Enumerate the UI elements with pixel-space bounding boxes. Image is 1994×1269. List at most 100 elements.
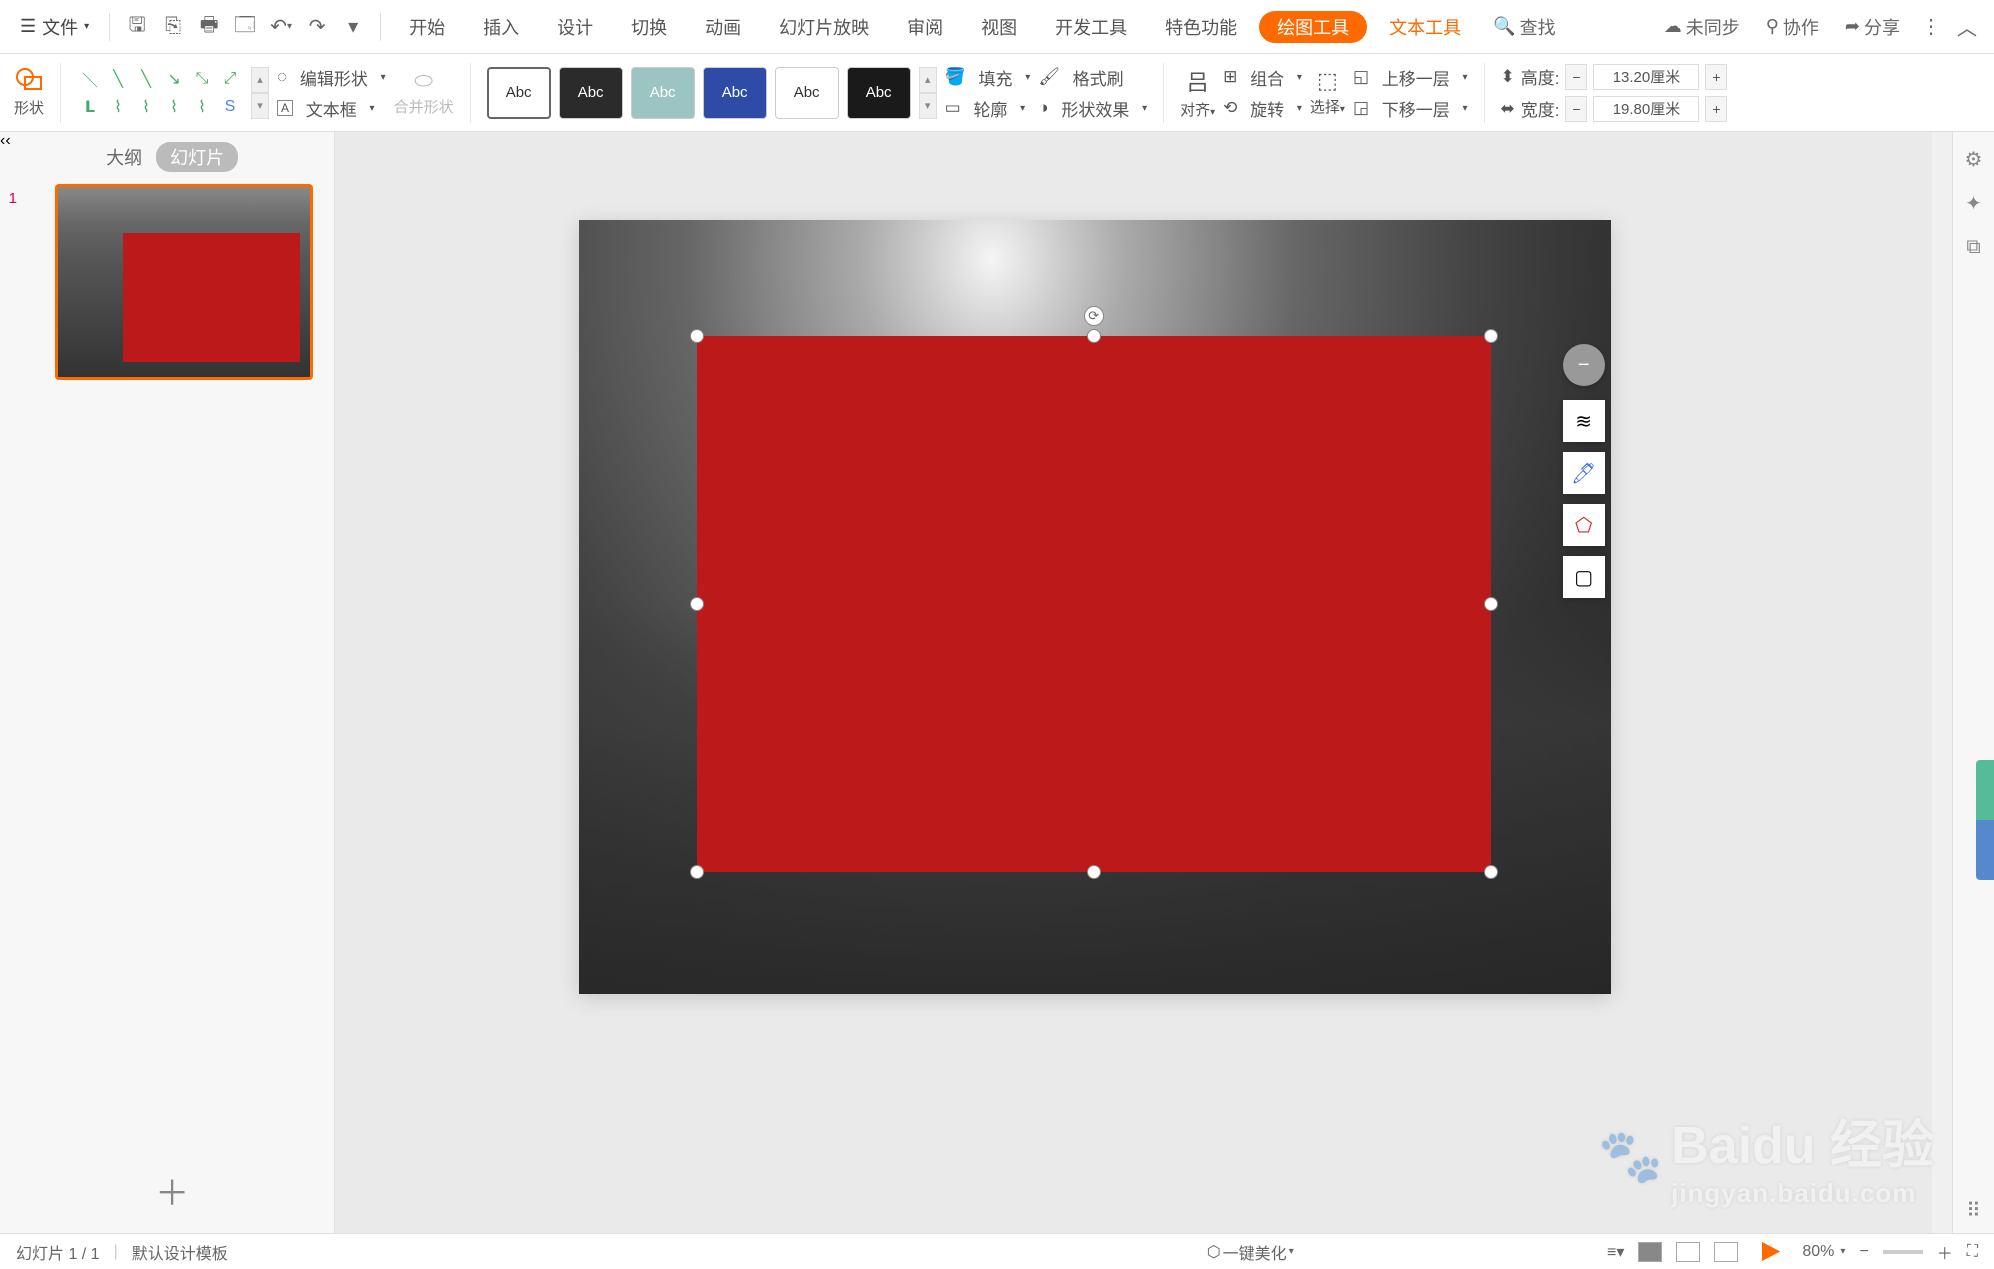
style-preset-2[interactable]: Abc bbox=[559, 67, 623, 119]
settings-icon[interactable]: ⚙ bbox=[1961, 146, 1987, 172]
resize-handle-bc[interactable] bbox=[1087, 865, 1101, 879]
style-preset-5[interactable]: Abc bbox=[775, 67, 839, 119]
print-icon[interactable]: 🖶 bbox=[194, 12, 224, 42]
zoom-slider[interactable] bbox=[1883, 1250, 1923, 1254]
slides-tab[interactable]: 幻灯片 bbox=[156, 142, 238, 172]
gallery-up[interactable]: ▴ bbox=[251, 67, 269, 93]
curve-shape[interactable]: ⌇ bbox=[105, 94, 131, 120]
normal-view-icon[interactable] bbox=[1638, 1242, 1662, 1262]
beautify-button[interactable]: ⬡ 一键美化 ▾ bbox=[1207, 1240, 1294, 1264]
line-shape[interactable]: ╲ bbox=[105, 66, 131, 92]
qat-dropdown[interactable]: ▾ bbox=[338, 12, 368, 42]
style-preset-6[interactable]: Abc bbox=[847, 67, 911, 119]
undo-icon[interactable]: ↶▾ bbox=[266, 12, 296, 42]
width-increase[interactable]: + bbox=[1705, 96, 1727, 122]
tab-special[interactable]: 特色功能 bbox=[1149, 0, 1253, 53]
style-gallery-down[interactable]: ▾ bbox=[919, 93, 937, 119]
select-button[interactable]: ⬚ 选择▾ bbox=[1310, 54, 1345, 131]
tab-animation[interactable]: 动画 bbox=[689, 0, 757, 53]
tab-text-tools[interactable]: 文本工具 bbox=[1373, 0, 1477, 53]
vertical-scrollbar[interactable] bbox=[1932, 132, 1952, 1233]
group-button[interactable]: ⊞ 组合 ▾ bbox=[1223, 65, 1302, 90]
reading-view-icon[interactable] bbox=[1714, 1242, 1738, 1262]
width-input[interactable] bbox=[1593, 96, 1699, 122]
tab-drawing-tools[interactable]: 绘图工具 bbox=[1259, 11, 1367, 43]
connector-shape[interactable]: ⤢ bbox=[217, 66, 243, 92]
elbow-connector[interactable]: 𝗟 bbox=[77, 94, 103, 120]
edit-shape-button[interactable]: ◌ 编辑形状 ▾ bbox=[277, 65, 386, 90]
arrow-shape[interactable]: ↘ bbox=[161, 66, 187, 92]
tab-start[interactable]: 开始 bbox=[393, 0, 461, 53]
width-decrease[interactable]: − bbox=[1565, 96, 1587, 122]
textbox-button[interactable]: A 文本框 ▾ bbox=[277, 96, 386, 121]
star-icon[interactable]: ✦ bbox=[1961, 190, 1987, 216]
zoom-in-button[interactable]: ＋ bbox=[1937, 1240, 1953, 1264]
canvas[interactable]: ⟳ − ≋ 🖊 ⬠ ▢ bbox=[335, 132, 1952, 1233]
search-button[interactable]: 🔍 查找 bbox=[1483, 14, 1565, 40]
format-painter-button[interactable]: 🖌 格式刷 bbox=[1038, 65, 1147, 90]
zoom-out-button[interactable]: − bbox=[1859, 1243, 1868, 1261]
layers-icon[interactable]: ≋ bbox=[1563, 400, 1605, 442]
resize-handle-mr[interactable] bbox=[1484, 597, 1498, 611]
merge-shapes-button[interactable]: ⬭ 合并形状 bbox=[394, 54, 454, 131]
curve-shape[interactable]: ⌇ bbox=[133, 94, 159, 120]
outline-tool-icon[interactable]: ▢ bbox=[1563, 556, 1605, 598]
pen-icon[interactable]: 🖊 bbox=[1563, 452, 1605, 494]
preview-icon[interactable]: 🗔 bbox=[230, 12, 260, 42]
collapse-sidebar[interactable]: ‹‹ bbox=[0, 132, 11, 1233]
save-icon[interactable]: 🖫 bbox=[122, 12, 152, 42]
sorter-view-icon[interactable] bbox=[1676, 1242, 1700, 1262]
tab-slideshow[interactable]: 幻灯片放映 bbox=[763, 0, 885, 53]
resize-handle-bl[interactable] bbox=[690, 865, 704, 879]
tab-design[interactable]: 设计 bbox=[541, 0, 609, 53]
style-preset-4[interactable]: Abc bbox=[703, 67, 767, 119]
fill-tool-icon[interactable]: ⬠ bbox=[1563, 504, 1605, 546]
file-menu[interactable]: ☰ 文件 ▾ bbox=[12, 14, 97, 40]
shapes-gallery[interactable]: ＼╲╲↘⤡⤢ 𝗟⌇⌇⌇⌇S bbox=[77, 66, 243, 120]
apps-icon[interactable]: ⠿ bbox=[1961, 1197, 1987, 1223]
slide[interactable]: ⟳ − ≋ 🖊 ⬠ ▢ bbox=[579, 220, 1611, 994]
curve-shape[interactable]: ⌇ bbox=[189, 94, 215, 120]
tab-view[interactable]: 视图 bbox=[965, 0, 1033, 53]
resize-handle-ml[interactable] bbox=[690, 597, 704, 611]
collapse-ribbon-icon[interactable]: ︿ bbox=[1952, 12, 1982, 42]
sync-button[interactable]: ☁ 未同步 bbox=[1654, 14, 1750, 40]
resize-handle-tc[interactable] bbox=[1087, 329, 1101, 343]
selected-rectangle[interactable]: ⟳ bbox=[697, 336, 1491, 872]
play-slideshow-icon[interactable] bbox=[1756, 1240, 1784, 1264]
redo-icon[interactable]: ↷ bbox=[302, 12, 332, 42]
outline-button[interactable]: ▭ 轮廓 ▾ bbox=[945, 96, 1031, 121]
connector-shape[interactable]: ⤡ bbox=[189, 66, 215, 92]
add-slide-button[interactable]: ＋ bbox=[155, 1166, 189, 1215]
more-icon[interactable]: ⋮ bbox=[1916, 12, 1946, 42]
resize-handle-tr[interactable] bbox=[1484, 329, 1498, 343]
collab-button[interactable]: ⚲ 协作 bbox=[1756, 14, 1829, 40]
rotate-handle[interactable]: ⟳ bbox=[1084, 306, 1104, 326]
fill-button[interactable]: 🪣 填充 ▾ bbox=[945, 65, 1031, 90]
curve-shape[interactable]: ⌇ bbox=[161, 94, 187, 120]
template-icon[interactable]: ⧉ bbox=[1961, 234, 1987, 260]
style-preset-1[interactable]: Abc bbox=[487, 67, 551, 119]
style-gallery-up[interactable]: ▴ bbox=[919, 67, 937, 93]
side-tab-handle[interactable] bbox=[1976, 760, 1994, 880]
tab-devtools[interactable]: 开发工具 bbox=[1039, 0, 1143, 53]
export-icon[interactable]: ⎘ bbox=[158, 12, 188, 42]
line-shape[interactable]: ＼ bbox=[77, 66, 103, 92]
tab-review[interactable]: 审阅 bbox=[891, 0, 959, 53]
effects-button[interactable]: ◑ 形状效果 ▾ bbox=[1038, 96, 1147, 121]
share-button[interactable]: ➦ 分享 bbox=[1835, 14, 1910, 40]
rotate-button[interactable]: ⟲ 旋转 ▾ bbox=[1223, 96, 1302, 121]
outline-tab[interactable]: 大纲 bbox=[106, 144, 142, 170]
style-preset-3[interactable]: Abc bbox=[631, 67, 695, 119]
tab-transition[interactable]: 切换 bbox=[615, 0, 683, 53]
height-input[interactable] bbox=[1593, 64, 1699, 90]
send-backward-button[interactable]: ◲ 下移一层 ▾ bbox=[1353, 96, 1468, 121]
zoom-dropdown[interactable]: ▾ bbox=[1840, 1246, 1845, 1257]
height-decrease[interactable]: − bbox=[1565, 64, 1587, 90]
shape-button[interactable]: 形状 bbox=[14, 54, 44, 131]
freeform-shape[interactable]: S bbox=[217, 94, 243, 120]
fit-window-icon[interactable]: ⛶ bbox=[1967, 1243, 1978, 1261]
height-increase[interactable]: + bbox=[1705, 64, 1727, 90]
line-shape[interactable]: ╲ bbox=[133, 66, 159, 92]
collapse-toolbar-icon[interactable]: − bbox=[1563, 344, 1605, 386]
